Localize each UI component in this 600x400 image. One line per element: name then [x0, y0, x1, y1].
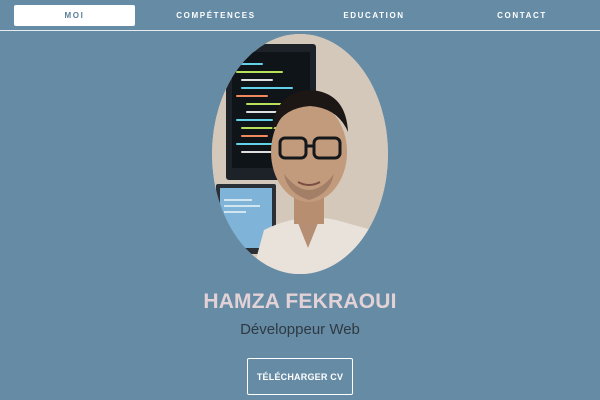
profile-photo	[212, 34, 388, 274]
nav-item-moi[interactable]: MOI	[14, 5, 135, 26]
portfolio-page: MOI COMPÉTENCES EDUCATION CONTACT HAMZA …	[0, 0, 600, 400]
profile-photo-illustration	[212, 34, 388, 274]
nav-item-education[interactable]: EDUCATION	[330, 5, 418, 26]
download-cv-button[interactable]: TÉLÉCHARGER CV	[247, 358, 353, 395]
nav-item-contact[interactable]: CONTACT	[482, 5, 562, 26]
nav-item-competences[interactable]: COMPÉTENCES	[166, 5, 266, 26]
top-nav: MOI COMPÉTENCES EDUCATION CONTACT	[0, 0, 600, 31]
profile-role: Développeur Web	[240, 321, 360, 338]
profile-name: HAMZA FEKRAOUI	[203, 290, 397, 313]
